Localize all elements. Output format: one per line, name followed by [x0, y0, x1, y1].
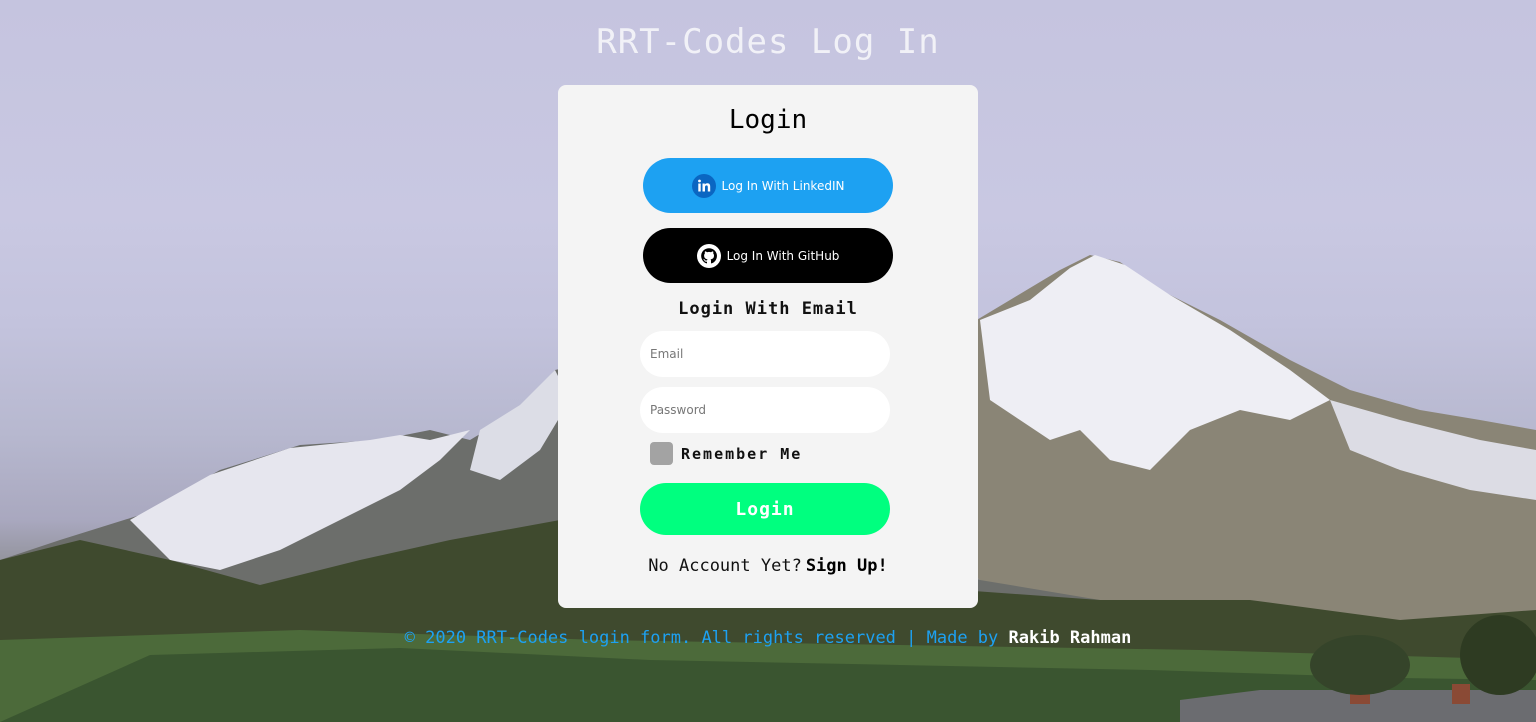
signup-link[interactable]: Sign Up!	[806, 556, 888, 576]
page-title: RRT-Codes Log In	[596, 22, 940, 62]
footer: © 2020 RRT-Codes login form. All rights …	[0, 628, 1536, 648]
github-login-label: Log In With GitHub	[726, 248, 840, 263]
login-card: Login Log In With LinkedIN Log In With G…	[558, 85, 978, 608]
remember-me-row: Remember Me	[650, 442, 802, 465]
linkedin-login-label: Log In With LinkedIN	[721, 178, 845, 193]
footer-author: Rakib Rahman	[1008, 628, 1132, 648]
login-card-title: Login	[728, 105, 808, 135]
email-field[interactable]	[640, 331, 890, 377]
linkedin-login-button[interactable]: Log In With LinkedIN	[643, 158, 893, 213]
email-login-heading: Login With Email	[678, 299, 858, 319]
remember-me-checkbox[interactable]	[650, 442, 673, 465]
github-icon	[696, 243, 721, 268]
remember-me-label[interactable]: Remember Me	[681, 445, 802, 463]
footer-text: © 2020 RRT-Codes login form. All rights …	[404, 628, 999, 648]
password-field[interactable]	[640, 387, 890, 433]
no-account-text: No Account Yet?	[648, 556, 802, 576]
linkedin-icon	[691, 173, 716, 198]
signup-row: No Account Yet? Sign Up!	[558, 556, 978, 576]
login-button[interactable]: Login	[640, 483, 890, 535]
github-login-button[interactable]: Log In With GitHub	[643, 228, 893, 283]
